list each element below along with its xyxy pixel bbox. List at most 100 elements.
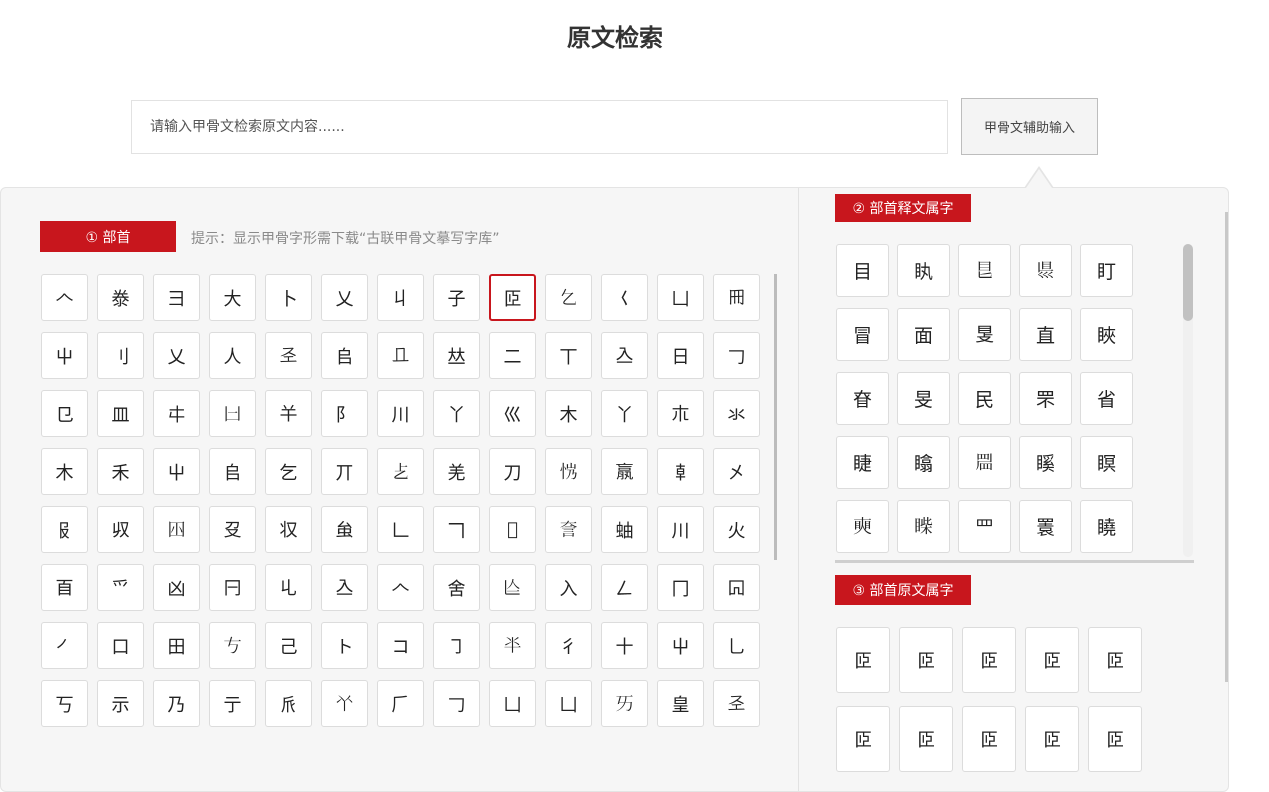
radical-cell[interactable]: 木 [41,448,88,495]
radical-cell[interactable]: 𠆢 [41,274,88,321]
radical-cell[interactable]: 丫 [601,390,648,437]
radical-cell[interactable]: 入 [545,564,592,611]
radical-cell[interactable]: 凵 [545,680,592,727]
radical-cell[interactable]: 刂 [97,332,144,379]
radical-cell[interactable]: 禾 [97,448,144,495]
original-char-cell[interactable]: 𦣝 [836,706,890,772]
radical-cell[interactable]: 𧈧 [321,506,368,553]
radical-cell[interactable]: 𣳾 [97,274,144,321]
original-char-cell[interactable]: 𦣝 [962,706,1016,772]
radical-cell[interactable]: 𠃉 [545,274,592,321]
radical-cell[interactable]: 𠃏 [265,564,312,611]
paraphrase-scroll-thumb[interactable] [1183,244,1193,321]
radical-cell[interactable]: 屮 [153,448,200,495]
radical-cell[interactable]: 火 [713,506,760,553]
radical-cell[interactable]: 𠀁 [209,622,256,669]
radical-cell[interactable]: 丅 [545,332,592,379]
radical-cell[interactable]: 𡆧 [153,506,200,553]
original-char-cell[interactable]: 𦣝 [1025,627,1079,693]
radical-cell[interactable]: 巛 [489,390,536,437]
radical-cell[interactable]: 彳 [545,622,592,669]
radical-cell[interactable]: 𠃍 [433,506,480,553]
radical-cell[interactable]: 𠁥 [321,680,368,727]
radical-cell[interactable]: 𠃌 [433,680,480,727]
radical-cell[interactable]: 阝 [321,390,368,437]
radical-cell[interactable]: 𠀅 [601,680,648,727]
search-input[interactable] [131,100,948,154]
radical-cell[interactable]: 氺 [713,390,760,437]
radical-cell[interactable]: 𦣻 [41,564,88,611]
radical-cell[interactable]: 𠃒 [489,506,536,553]
paraphrase-char-cell[interactable]: 眘 [836,372,889,425]
radical-cell[interactable]: 丌 [321,448,368,495]
original-char-cell[interactable]: 𦣝 [1025,706,1079,772]
radical-cell[interactable]: 𢀖 [265,332,312,379]
radical-cell[interactable]: 口 [97,622,144,669]
radical-cell[interactable]: 𠆢 [377,564,424,611]
paraphrase-char-cell[interactable]: 旻 [897,372,950,425]
radical-cell[interactable]: 蚰 [601,506,648,553]
radical-cell[interactable]: 木 [545,390,592,437]
radical-cell[interactable]: 凵 [489,680,536,727]
paraphrase-char-cell[interactable]: 𥃩 [958,244,1011,297]
radical-cell[interactable]: 𠦝 [657,448,704,495]
paraphrase-char-cell[interactable]: 省 [1080,372,1133,425]
radical-cell[interactable]: 羌 [433,448,480,495]
paraphrase-char-cell[interactable]: 𥈐 [897,500,950,553]
radical-cell[interactable]: 𠃌 [713,332,760,379]
radical-cell[interactable]: 乃 [153,680,200,727]
paraphrase-char-cell[interactable]: 盯 [1080,244,1133,297]
radical-cell[interactable]: 乞 [265,448,312,495]
radical-cell[interactable]: ト [321,622,368,669]
radical-cell[interactable]: 乂 [153,332,200,379]
radical-cell[interactable]: 𠓛 [321,564,368,611]
radical-cell[interactable]: 卜 [265,274,312,321]
radical-cell[interactable]: 屮 [41,332,88,379]
radical-cell[interactable]: 人 [209,332,256,379]
radical-cell[interactable]: 𣎆 [601,448,648,495]
radical-cell[interactable]: 㐅 [713,448,760,495]
radical-cell[interactable]: 田 [153,622,200,669]
radical-cell[interactable]: 𦣝 [489,274,536,321]
radical-cell[interactable]: 𠂢 [265,680,312,727]
original-char-cell[interactable]: 𦣝 [899,627,953,693]
radical-cell[interactable]: 㐄 [153,390,200,437]
radical-cell[interactable]: 𠙵 [209,390,256,437]
radical-cell[interactable]: 𢘏 [545,448,592,495]
paraphrase-char-cell[interactable]: 𥄉 [1019,244,1072,297]
radical-cell[interactable]: ㇆ [433,622,480,669]
radical-cell[interactable]: 𠕄 [713,564,760,611]
paraphrase-char-cell[interactable]: 𥇛 [836,500,889,553]
radical-cell[interactable]: 亍 [209,680,256,727]
radical-cell[interactable]: ㇒ [41,622,88,669]
radical-cell[interactable]: 川 [657,506,704,553]
radical-cell[interactable]: 𡿨 [601,274,648,321]
radical-cell[interactable]: 十 [601,622,648,669]
radical-cell[interactable]: 二 [489,332,536,379]
paraphrase-char-cell[interactable]: 睫 [836,436,889,489]
radical-cell[interactable]: 𠀤 [433,332,480,379]
radical-cell[interactable]: 乚 [713,622,760,669]
paraphrase-char-cell[interactable]: 罘 [1019,372,1072,425]
radical-cell[interactable]: 𠀃 [377,332,424,379]
radical-cell[interactable]: 𠃋 [601,564,648,611]
radical-cell[interactable]: 大 [209,274,256,321]
radical-cell[interactable]: 川 [377,390,424,437]
original-char-cell[interactable]: 𦣝 [836,627,890,693]
original-char-cell[interactable]: 𦣝 [1088,627,1142,693]
paraphrase-char-cell[interactable]: 𥄎 [958,308,1011,361]
radical-cell[interactable]: 凵 [657,274,704,321]
radical-cell[interactable]: 皇 [657,680,704,727]
paraphrase-char-cell[interactable]: 冒 [836,308,889,361]
radical-cell[interactable]: 𠬧 [265,506,312,553]
radical-cell[interactable]: 𢆉 [265,390,312,437]
radical-cell[interactable]: 刀 [489,448,536,495]
radical-cell[interactable]: コ [377,622,424,669]
paraphrase-char-cell[interactable]: 瞑 [1080,436,1133,489]
radical-cell[interactable]: 𧥢 [545,506,592,553]
radical-cell[interactable]: 𢀖 [713,680,760,727]
paraphrase-char-cell[interactable]: 䀓 [897,244,950,297]
radical-cell[interactable]: 𠓛 [601,332,648,379]
radical-cell[interactable]: 丩 [377,274,424,321]
radical-cell[interactable]: 𠬞 [97,506,144,553]
